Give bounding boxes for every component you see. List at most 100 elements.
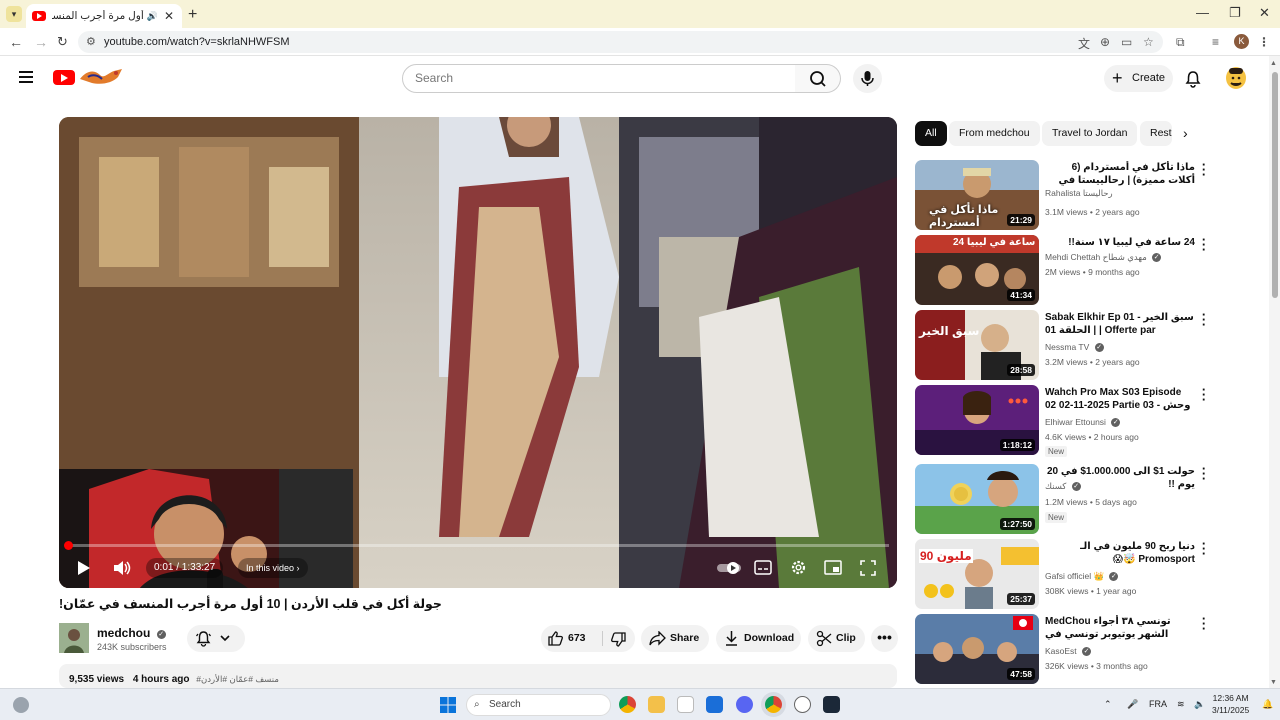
- autoplay-toggle[interactable]: [716, 561, 742, 575]
- recommendation-item[interactable]: 24 ساعة في ليبيا 41:34 24 ساعة في ليبيا …: [915, 233, 1260, 305]
- like-button[interactable]: 673: [541, 625, 602, 652]
- recommendation-title[interactable]: MedChou تونسي ٣٨ أجواء الشهر يوتيوبر تون…: [1045, 615, 1195, 641]
- thumbnail[interactable]: سبق الخير 28:58: [915, 310, 1039, 380]
- bookmark-star-icon[interactable]: ☆: [1143, 35, 1154, 49]
- reload-icon[interactable]: ↻: [57, 34, 68, 50]
- create-button[interactable]: + Create: [1104, 65, 1173, 92]
- recommendation-title[interactable]: Sabak Elkhir Ep 01 - سبق الخير | الحلقة …: [1045, 311, 1195, 337]
- recommendation-channel[interactable]: Mehdi Chettah مهدي شطاح ✓: [1045, 252, 1162, 263]
- recommendation-item[interactable]: سبق الخير 28:58 Sabak Elkhir Ep 01 - سبق…: [915, 308, 1260, 380]
- site-info-icon[interactable]: ⚙: [86, 31, 96, 53]
- channel-name[interactable]: medchou ✓: [97, 626, 166, 640]
- chips-next-arrow-icon[interactable]: ›: [1183, 125, 1188, 141]
- recommendation-channel[interactable]: Elhiwar Ettounsi ✓: [1045, 417, 1121, 427]
- settings-gear-icon[interactable]: [790, 559, 807, 576]
- zoom-icon[interactable]: ⊕: [1100, 35, 1110, 49]
- video-player[interactable]: [59, 117, 897, 588]
- download-button[interactable]: Download: [716, 625, 801, 652]
- recommendation-channel[interactable]: Gafsi officiel 👑 ✓: [1045, 571, 1119, 582]
- chip-travel-to-jordan[interactable]: Travel to Jordan: [1042, 121, 1138, 146]
- cast-icon[interactable]: ▭: [1121, 35, 1132, 49]
- kebab-menu-icon[interactable]: · · ·: [1199, 308, 1209, 331]
- browser-profile-avatar[interactable]: K: [1234, 34, 1249, 49]
- speaker-icon[interactable]: 🔈: [1194, 699, 1205, 710]
- scroll-down-arrow-icon[interactable]: ▼: [1270, 679, 1277, 686]
- input-language[interactable]: FRA: [1149, 699, 1167, 709]
- recommendation-channel[interactable]: كسنك ✓: [1045, 481, 1081, 492]
- tray-chevron-up-icon[interactable]: ⌃: [1104, 699, 1112, 710]
- miniplayer-icon[interactable]: [824, 560, 842, 575]
- chip-all[interactable]: All: [915, 121, 947, 146]
- recommendation-title[interactable]: ماذا تأكل في أمستردام (6 أكلات مميزة) | …: [1045, 161, 1195, 187]
- forward-arrow-icon[interactable]: →: [34, 34, 48, 50]
- mail-app-icon[interactable]: [706, 696, 723, 713]
- notifications-bell-icon[interactable]: [1184, 70, 1202, 88]
- fullscreen-icon[interactable]: [860, 560, 876, 576]
- youtube-logo[interactable]: [53, 70, 75, 85]
- audio-playing-icon[interactable]: 🔊: [147, 11, 158, 22]
- thumbnail[interactable]: 47:58: [915, 614, 1039, 684]
- back-arrow-icon[interactable]: ←: [9, 34, 23, 50]
- in-this-video-button[interactable]: In this video ›: [238, 558, 308, 578]
- tab-close-icon[interactable]: ✕: [162, 9, 176, 23]
- thumbnail[interactable]: ماذا تأكل في أمستردام 21:29: [915, 160, 1039, 230]
- recommendation-item[interactable]: 1:18:12 Wahch Pro Max S03 Episode 02 02-…: [915, 383, 1260, 457]
- youtube-doodle-logo[interactable]: [78, 67, 124, 89]
- translate-icon[interactable]: 文: [1078, 35, 1090, 52]
- minimize-button[interactable]: —: [1196, 5, 1209, 20]
- wifi-icon[interactable]: ≋: [1177, 699, 1185, 710]
- recommendation-title[interactable]: Wahch Pro Max S03 Episode 02 02-11-2025 …: [1045, 386, 1195, 412]
- close-window-button[interactable]: ✕: [1259, 5, 1270, 21]
- search-button[interactable]: [795, 64, 841, 93]
- windows-start-icon[interactable]: [440, 697, 456, 713]
- recommendation-channel[interactable]: Nessma TV ✓: [1045, 342, 1104, 352]
- scroll-up-arrow-icon[interactable]: ▲: [1270, 60, 1277, 67]
- volume-icon[interactable]: [112, 559, 132, 577]
- extensions-icon[interactable]: ⧉: [1176, 35, 1185, 50]
- more-actions-button[interactable]: •••: [871, 625, 898, 652]
- notification-center-icon[interactable]: 🔔: [1262, 699, 1273, 710]
- chip-from-channel[interactable]: From medchou: [949, 121, 1040, 146]
- recommendation-channel[interactable]: KasoEst ✓: [1045, 646, 1092, 656]
- kebab-menu-icon[interactable]: · · ·: [1199, 537, 1209, 560]
- browser-menu-icon[interactable]: ⋮: [1258, 35, 1270, 49]
- file-explorer-icon[interactable]: [648, 696, 665, 713]
- taskbar-search[interactable]: ⌕ Search: [466, 694, 611, 716]
- description-box[interactable]: 9,535 views 4 hours ago #منسف #عمّان #ال…: [59, 664, 897, 688]
- recommendation-item[interactable]: 90 مليون 25:37 دنيا ربح 90 مليون في الـ …: [915, 537, 1260, 609]
- thumbnail[interactable]: 1:27:50: [915, 464, 1039, 534]
- kebab-menu-icon[interactable]: · · ·: [1199, 158, 1209, 181]
- new-tab-button[interactable]: +: [188, 6, 197, 24]
- play-icon[interactable]: [75, 560, 93, 576]
- chip-related[interactable]: Rest: [1140, 121, 1172, 146]
- tray-microphone-icon[interactable]: 🎤: [1127, 699, 1138, 710]
- search-input[interactable]: Search: [402, 64, 796, 93]
- subscribed-notifications-button[interactable]: [187, 625, 245, 652]
- kebab-menu-icon[interactable]: · · ·: [1199, 383, 1209, 406]
- menu-hamburger-icon[interactable]: [19, 71, 33, 83]
- tab-search-button[interactable]: ▾: [6, 6, 22, 22]
- account-avatar[interactable]: [1226, 67, 1246, 89]
- browser-tab-active[interactable]: أول مرة أجرب المنسف في عمّان | 10 🔊 ✕: [26, 4, 182, 28]
- subtitles-icon[interactable]: [754, 560, 772, 575]
- taskbar-clock[interactable]: 12:36 AM 3/11/2025: [1212, 692, 1249, 716]
- recommendation-title[interactable]: 24 ساعة في ليبيا ١٧ سنة!!: [1045, 236, 1195, 249]
- discord-app-icon[interactable]: [736, 696, 753, 713]
- recommendation-title[interactable]: دنيا ربح 90 مليون في الـ Promosport 🤯😱: [1045, 540, 1195, 566]
- kebab-menu-icon[interactable]: · · ·: [1199, 233, 1209, 256]
- reading-list-icon[interactable]: ≡: [1212, 35, 1219, 49]
- recommendation-item[interactable]: 47:58 MedChou تونسي ٣٨ أجواء الشهر يوتيو…: [915, 612, 1260, 684]
- thumbnail[interactable]: 1:18:12: [915, 385, 1039, 455]
- voice-search-button[interactable]: [853, 64, 882, 93]
- thumbnail[interactable]: 24 ساعة في ليبيا 41:34: [915, 235, 1039, 305]
- recommendation-channel[interactable]: Rahalista رحاليستا: [1045, 188, 1113, 199]
- progress-scrubber[interactable]: [64, 541, 73, 550]
- address-bar[interactable]: ⚙ youtube.com/watch?v=skrlaNHWFSM: [78, 31, 1163, 53]
- store-app-icon[interactable]: [677, 696, 694, 713]
- channel-avatar[interactable]: [59, 623, 89, 653]
- share-button[interactable]: Share: [641, 625, 709, 652]
- recommendation-item[interactable]: ماذا تأكل في أمستردام 21:29 ماذا تأكل في…: [915, 158, 1260, 230]
- chrome-app-icon[interactable]: [619, 696, 636, 713]
- hashtags[interactable]: #منسف #عمّان #الأردن: [196, 674, 279, 684]
- thumbnail[interactable]: 90 مليون 25:37: [915, 539, 1039, 609]
